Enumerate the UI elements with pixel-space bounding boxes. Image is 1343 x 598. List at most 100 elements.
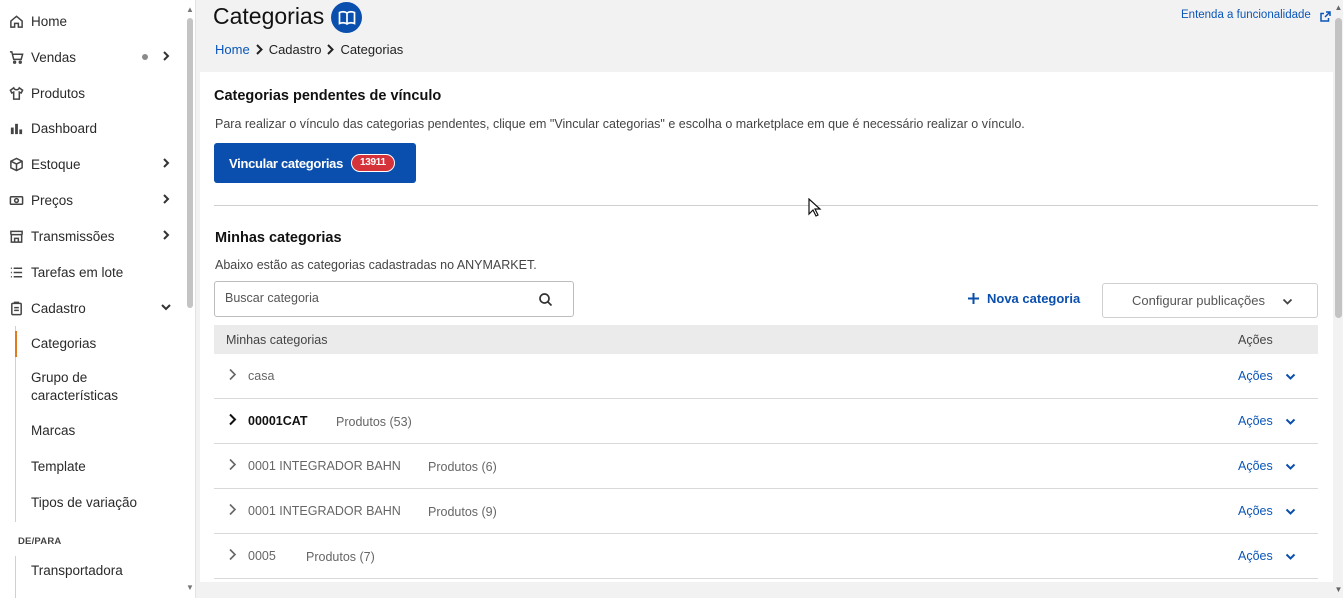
page-title: Categorias bbox=[213, 3, 325, 29]
sidebar-item-label: Preços bbox=[31, 192, 74, 208]
row-actions-dropdown[interactable]: Ações bbox=[1238, 504, 1296, 518]
sidebar-item-dashboard[interactable]: Dashboard bbox=[0, 110, 186, 146]
category-name: 0001 INTEGRADOR BAHN bbox=[248, 504, 401, 518]
pending-section-title: Categorias pendentes de vínculo bbox=[214, 88, 442, 104]
plus-icon bbox=[968, 293, 979, 304]
section-divider bbox=[214, 205, 1318, 206]
search-input[interactable] bbox=[225, 291, 525, 305]
cart-icon bbox=[8, 49, 24, 65]
scrollbar-thumb[interactable] bbox=[1335, 18, 1342, 318]
book-icon[interactable] bbox=[331, 2, 362, 33]
chevron-down-icon bbox=[1285, 373, 1295, 380]
expand-chevron-icon[interactable] bbox=[228, 413, 240, 427]
product-count: Produtos (53) bbox=[336, 415, 412, 429]
row-actions-dropdown[interactable]: Ações bbox=[1238, 549, 1296, 563]
row-actions-dropdown[interactable]: Ações bbox=[1238, 459, 1296, 473]
link-categories-button[interactable]: Vincular categorias 13911 bbox=[214, 143, 416, 183]
table-row: 0001 INTEGRADOR BAHN Produtos (9) Ações bbox=[214, 489, 1318, 534]
product-count: Produtos (6) bbox=[428, 460, 497, 474]
sidebar-item-label: Tarefas em lote bbox=[31, 264, 124, 280]
actions-label: Ações bbox=[1238, 504, 1273, 518]
sidebar-subitem-grupo-de-caracteristicas[interactable]: Grupo de características bbox=[31, 369, 141, 405]
sidebar-item-label: Vendas bbox=[31, 49, 77, 65]
sidebar-item-label: Produtos bbox=[31, 85, 86, 101]
row-actions-dropdown[interactable]: Ações bbox=[1238, 369, 1296, 383]
product-count: Produtos (7) bbox=[306, 550, 375, 564]
breadcrumb-cadastro[interactable]: Cadastro bbox=[269, 42, 322, 57]
notification-dot bbox=[142, 54, 148, 60]
search-box bbox=[214, 281, 574, 317]
column-header-actions: Ações bbox=[1238, 333, 1273, 347]
search-icon[interactable] bbox=[538, 292, 553, 307]
chevron-right-icon bbox=[255, 44, 264, 55]
table-row: 0005 Produtos (7) Ações bbox=[214, 534, 1318, 579]
list-icon bbox=[8, 264, 24, 280]
breadcrumb-categorias: Categorias bbox=[340, 42, 404, 57]
category-name: casa bbox=[248, 369, 275, 383]
column-header-categories: Minhas categorias bbox=[226, 333, 328, 347]
configure-publications-dropdown[interactable]: Configurar publicações bbox=[1102, 283, 1318, 318]
sidebar-item-vendas[interactable]: Vendas bbox=[0, 39, 186, 75]
category-name: 0005 bbox=[248, 549, 276, 563]
actions-label: Ações bbox=[1238, 549, 1273, 563]
my-categories-description: Abaixo estão as categorias cadastradas n… bbox=[215, 258, 537, 272]
pending-section-description: Para realizar o vínculo das categorias p… bbox=[215, 117, 1025, 131]
chevron-right-icon bbox=[160, 50, 172, 62]
expand-chevron-icon[interactable] bbox=[228, 368, 240, 382]
actions-label: Ações bbox=[1238, 414, 1273, 428]
help-link[interactable]: Entenda a funcionalidade bbox=[1181, 9, 1311, 21]
external-link-icon[interactable] bbox=[1320, 9, 1331, 22]
scroll-up-arrow[interactable]: ▲ bbox=[1334, 4, 1343, 12]
sidebar-subitem-categorias[interactable]: Categorias bbox=[31, 335, 181, 353]
breadcrumb-home[interactable]: Home bbox=[215, 42, 250, 57]
chevron-down-icon bbox=[1285, 463, 1295, 470]
sidebar-item-precos[interactable]: Preços bbox=[0, 182, 186, 218]
sidebar-subitem-marcas[interactable]: Marcas bbox=[31, 422, 181, 440]
bar-chart-icon bbox=[8, 120, 24, 136]
sidebar-item-label: Transmissões bbox=[31, 228, 115, 244]
active-indicator bbox=[15, 331, 17, 357]
store-icon bbox=[8, 228, 24, 244]
sidebar-item-transmissoes[interactable]: Transmissões bbox=[0, 218, 186, 254]
chevron-down-icon bbox=[1285, 553, 1295, 560]
clipboard-icon bbox=[8, 300, 24, 316]
sidebar-subitem-tipos-de-variacao[interactable]: Tipos de variação bbox=[31, 494, 181, 512]
chevron-down-icon bbox=[1282, 298, 1293, 305]
expand-chevron-icon[interactable] bbox=[228, 548, 240, 562]
scroll-up-arrow[interactable]: ▲ bbox=[186, 6, 194, 14]
product-count: Produtos (9) bbox=[428, 505, 497, 519]
chevron-down-icon bbox=[1285, 508, 1295, 515]
main-scrollbar[interactable]: ▲ ▼ bbox=[1333, 0, 1343, 598]
sidebar-item-produtos[interactable]: Produtos bbox=[0, 75, 186, 111]
chevron-down-icon bbox=[160, 301, 172, 313]
sidebar-item-tarefas-em-lote[interactable]: Tarefas em lote bbox=[0, 254, 186, 290]
sidebar-item-home[interactable]: Home bbox=[0, 3, 186, 39]
box-icon bbox=[8, 156, 24, 172]
scroll-down-arrow[interactable]: ▼ bbox=[186, 584, 194, 592]
sidebar-item-estoque[interactable]: Estoque bbox=[0, 146, 186, 182]
new-category-label: Nova categoria bbox=[987, 291, 1081, 306]
sidebar-item-label: Home bbox=[31, 13, 68, 29]
mouse-cursor-icon bbox=[808, 198, 822, 217]
scroll-down-arrow[interactable]: ▼ bbox=[1334, 586, 1343, 594]
home-icon bbox=[8, 13, 24, 29]
sidebar-scrollbar[interactable]: ▲ ▼ bbox=[186, 6, 194, 592]
money-icon bbox=[8, 192, 24, 208]
breadcrumb: Home Cadastro Categorias bbox=[215, 42, 403, 57]
chevron-right-icon bbox=[326, 44, 335, 55]
sidebar-item-label: Estoque bbox=[31, 156, 81, 172]
sidebar-subitem-template[interactable]: Template bbox=[31, 458, 181, 476]
actions-label: Ações bbox=[1238, 459, 1273, 473]
category-name: 0001 INTEGRADOR BAHN bbox=[248, 459, 401, 473]
new-category-button[interactable]: Nova categoria bbox=[967, 291, 1080, 306]
button-label: Vincular categorias bbox=[229, 155, 344, 171]
row-actions-dropdown[interactable]: Ações bbox=[1238, 414, 1296, 428]
sidebar-item-cadastro[interactable]: Cadastro bbox=[0, 290, 186, 326]
scrollbar-thumb[interactable] bbox=[187, 18, 193, 308]
table-header: Minhas categorias Ações bbox=[214, 325, 1318, 354]
expand-chevron-icon[interactable] bbox=[228, 503, 240, 517]
sidebar-item-label: Dashboard bbox=[31, 120, 98, 136]
sidebar-subitem-transportadora[interactable]: Transportadora bbox=[31, 562, 181, 580]
expand-chevron-icon[interactable] bbox=[228, 458, 240, 472]
table-row: casa Ações bbox=[214, 354, 1318, 399]
